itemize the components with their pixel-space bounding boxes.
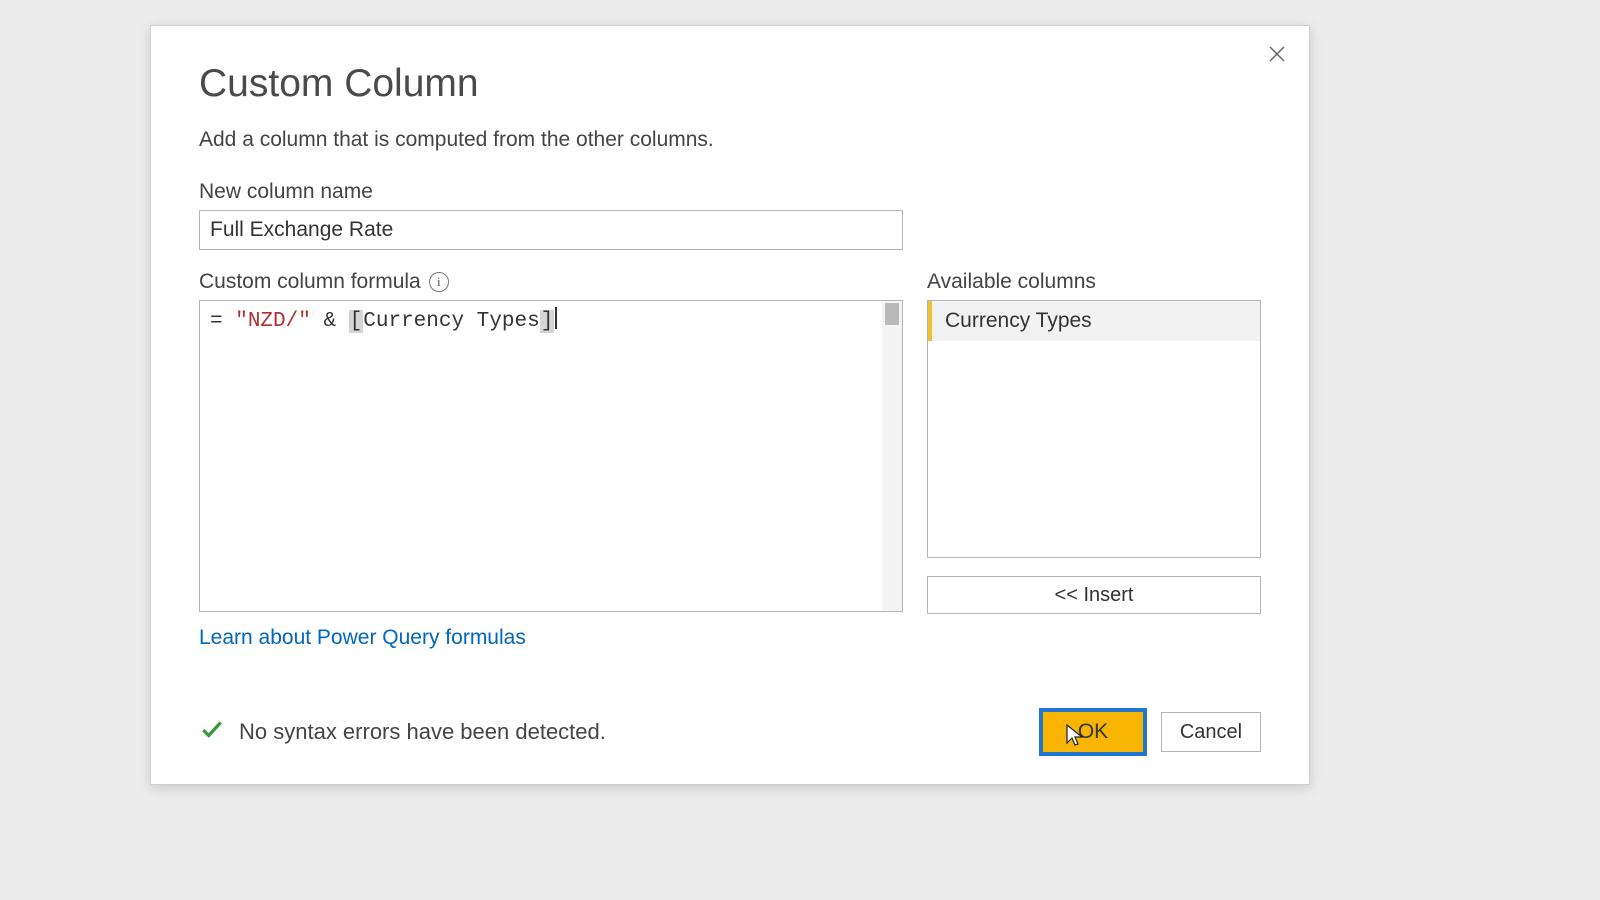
close-icon	[1267, 44, 1287, 64]
formula-lbracket: [	[349, 310, 364, 333]
learn-link[interactable]: Learn about Power Query formulas	[199, 626, 526, 650]
dialog-title: Custom Column	[199, 62, 1261, 106]
formula-editor[interactable]: = "NZD/" & [Currency Types]	[199, 300, 903, 612]
formula-colref: Currency Types	[363, 310, 539, 333]
formula-rbracket: ]	[540, 310, 555, 333]
formula-string: "NZD/"	[235, 310, 311, 333]
text-caret	[555, 307, 557, 329]
formula-label-text: Custom column formula	[199, 270, 421, 294]
available-columns-list[interactable]: Currency Types	[927, 300, 1261, 558]
status-text: No syntax errors have been detected.	[239, 719, 606, 745]
check-icon	[199, 716, 225, 748]
available-columns-label: Available columns	[927, 270, 1261, 294]
available-item-currency-types[interactable]: Currency Types	[928, 301, 1260, 341]
status-message: No syntax errors have been detected.	[199, 716, 606, 748]
ok-label: OK	[1078, 720, 1108, 743]
formula-label: Custom column formula i	[199, 270, 903, 294]
formula-scrollbar[interactable]	[882, 301, 902, 611]
formula-text: = "NZD/" & [Currency Types]	[200, 301, 902, 339]
custom-column-dialog: Custom Column Add a column that is compu…	[150, 25, 1310, 785]
cancel-button[interactable]: Cancel	[1161, 712, 1261, 752]
ok-button[interactable]: OK	[1039, 708, 1147, 756]
new-column-name-input[interactable]	[199, 210, 903, 250]
dialog-subtitle: Add a column that is computed from the o…	[199, 128, 1261, 152]
formula-eq: =	[210, 310, 235, 333]
close-button[interactable]	[1263, 40, 1291, 68]
formula-amp: &	[311, 310, 349, 333]
info-icon[interactable]: i	[429, 272, 449, 292]
scrollbar-thumb[interactable]	[885, 303, 899, 325]
insert-button[interactable]: << Insert	[927, 576, 1261, 614]
new-column-name-label: New column name	[199, 180, 1261, 204]
